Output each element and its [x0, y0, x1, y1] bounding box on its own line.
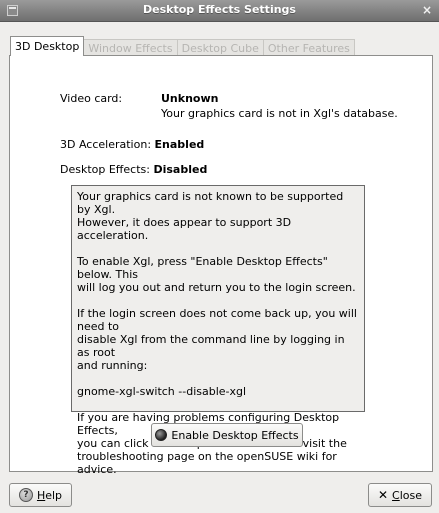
close-icon: ✕: [377, 488, 389, 502]
help-button-label: Help: [36, 488, 63, 502]
message-paragraph: Your graphics card is not known to be su…: [77, 190, 344, 242]
tab-window-effects[interactable]: Window Effects: [83, 39, 178, 56]
desktop-effects-window: Desktop Effects Settings × 3D Desktop Wi…: [0, 0, 439, 513]
message-paragraph: To enable Xgl, press "Enable Desktop Eff…: [77, 255, 356, 294]
message-command: gnome-xgl-switch --disable-xgl: [77, 385, 247, 398]
tab-3d-desktop[interactable]: 3D Desktop: [10, 36, 85, 56]
close-button-label: Close: [392, 488, 423, 502]
tab-other-features[interactable]: Other Features: [262, 39, 355, 56]
effects-row: Desktop Effects: Disabled: [60, 163, 207, 176]
video-card-value: Unknown: [161, 92, 219, 105]
acceleration-value: Enabled: [154, 138, 205, 151]
effects-icon: [155, 429, 168, 441]
window-title: Desktop Effects Settings: [143, 3, 296, 16]
message-paragraph: If the login screen does not come back u…: [77, 307, 357, 372]
effects-label: Desktop Effects:: [60, 163, 150, 176]
video-card-label: Video card:: [60, 92, 123, 105]
help-button[interactable]: ? Help: [9, 483, 72, 507]
acceleration-row: 3D Acceleration: Enabled: [60, 138, 204, 151]
tab-bar: 3D Desktop Window Effects Desktop Cube O…: [10, 36, 355, 56]
window-close-icon[interactable]: ×: [422, 3, 432, 17]
video-card-note: Your graphics card is not in Xgl's datab…: [161, 107, 398, 120]
close-button[interactable]: ✕ Close: [368, 483, 432, 507]
effects-value: Disabled: [153, 163, 208, 176]
tab-desktop-cube[interactable]: Desktop Cube: [176, 39, 264, 56]
tab-panel: Video card: Unknown Your graphics card i…: [9, 55, 433, 476]
enable-desktop-effects-button[interactable]: Enable Desktop Effects: [151, 423, 303, 447]
title-bar[interactable]: Desktop Effects Settings ×: [0, 0, 439, 22]
enable-button-label: Enable Desktop Effects: [171, 428, 299, 442]
help-icon: ?: [18, 488, 33, 502]
info-message-box: Your graphics card is not known to be su…: [71, 185, 365, 476]
acceleration-label: 3D Acceleration:: [60, 138, 152, 151]
